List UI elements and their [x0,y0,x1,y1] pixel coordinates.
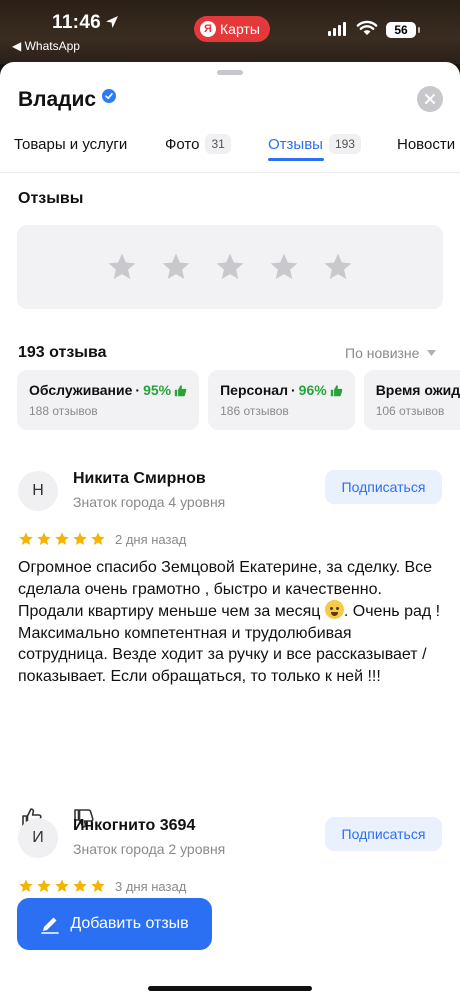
aspect-chip-service[interactable]: Обслуживание · 95% 188 отзывов [17,370,200,430]
sheet-grabber[interactable] [217,70,243,75]
tab-photos[interactable]: Фото 31 [165,128,231,160]
tab-label: Товары и услуги [14,135,128,153]
sort-dropdown[interactable]: По новизне [345,345,437,361]
tab-reviews[interactable]: Отзывы 193 [268,128,361,160]
review-text-part: Максимально компетентная и трудолюбивая … [18,624,427,685]
tab-label: Фото [165,135,200,153]
review-text: Огромное спасибо Земцовой Екатерине, за … [18,557,443,687]
rate-star-icon[interactable] [106,251,138,283]
app-indicator-pill[interactable]: Я Карты [194,16,270,42]
aspect-chip-staff[interactable]: Персонал · 96% 186 отзывов [208,370,355,430]
rate-widget [17,225,443,309]
tab-label: Новости [397,135,456,153]
rate-star-icon[interactable] [214,251,246,283]
location-arrow-icon [106,16,118,28]
org-sheet: Владис Товары и услуги Фото 31 Отзывы 19… [0,62,460,1000]
wifi-icon [356,20,378,35]
sort-label: По новизне [345,345,420,361]
review-date: 3 дня назад [115,878,187,894]
star-icon [91,532,105,545]
battery-indicator: 56 [386,22,420,38]
status-bar: 11:46 ◀ WhatsApp Я Карты 56 [0,0,460,64]
review-rating: 2 дня назад [18,531,186,547]
verified-badge-icon [102,89,117,103]
star-icon [55,532,69,545]
review-rating: 3 дня назад [18,878,186,894]
star-icon [91,879,105,892]
tab-products[interactable]: Товары и услуги [14,128,127,160]
pencil-icon [41,917,60,934]
star-icon [55,879,69,892]
rate-star-icon[interactable] [160,251,192,283]
add-review-button[interactable]: Добавить отзыв [17,898,212,950]
active-tab-indicator [268,158,324,161]
star-icon [73,879,87,892]
star-icon [19,879,33,892]
review-author[interactable]: Инкогнито 3694 [73,817,195,835]
subscribe-button[interactable]: Подписаться [325,817,442,851]
tab-bar: Товары и услуги Фото 31 Отзывы 193 Новос… [0,128,460,172]
rate-star-icon[interactable] [268,251,300,283]
thumbs-up-icon [330,384,343,396]
tab-news[interactable]: Новости [397,128,455,160]
reviews-section-title: Отзывы [18,190,84,207]
star-icon [19,532,33,545]
home-indicator [148,986,312,991]
subscribe-button[interactable]: Подписаться [325,470,442,504]
chevron-down-icon [427,350,437,356]
review-author-level: Знаток города 4 уровня [73,494,226,510]
reviews-count: 193 отзыва [18,344,107,361]
close-icon [425,94,435,104]
aspect-percent: 95% [143,382,172,398]
aspect-name: Обслуживание [29,382,133,398]
org-title: Владис [18,88,117,112]
aspect-count: 188 отзывов [29,404,98,418]
cellular-signal-icon [328,22,346,36]
add-review-label: Добавить отзыв [70,915,189,932]
aspect-count: 106 отзывов [375,404,445,418]
tab-count-badge: 193 [328,134,361,154]
aspect-name: Время ожидания [375,382,460,398]
yandex-logo-icon: Я [200,21,216,37]
aspect-chips: Обслуживание · 95% 188 отзывов Персонал … [17,370,460,432]
tab-count-badge: 31 [205,134,231,154]
status-time: 11:46 [52,12,102,33]
star-icon [37,532,51,545]
star-icon [37,879,51,892]
aspect-chip-waiting[interactable]: Время ожидания 106 отзывов [363,370,460,430]
rate-star-icon[interactable] [322,251,354,283]
aspect-separator: · [290,382,296,398]
divider [0,172,460,173]
aspect-count: 186 отзывов [220,404,289,418]
aspect-name: Персонал [220,382,288,398]
app-indicator-label: Карты [220,21,260,37]
close-button[interactable] [417,86,443,112]
review-author[interactable]: Никита Смирнов [73,470,206,488]
exploding-head-emoji-icon [324,600,344,619]
review-text-part: . Очень рад ! [343,603,441,620]
tab-label: Отзывы [268,135,323,153]
thumbs-up-icon [174,384,187,396]
review-author-level: Знаток города 2 уровня [73,841,226,857]
star-icon [73,532,87,545]
review-date: 2 дня назад [115,531,187,547]
avatar[interactable]: Н [18,471,58,511]
aspect-percent: 96% [298,382,327,398]
org-name: Владис [18,88,97,111]
back-to-app-link[interactable]: ◀ WhatsApp [12,39,80,53]
avatar[interactable]: И [18,818,58,858]
aspect-separator: · [135,382,141,398]
